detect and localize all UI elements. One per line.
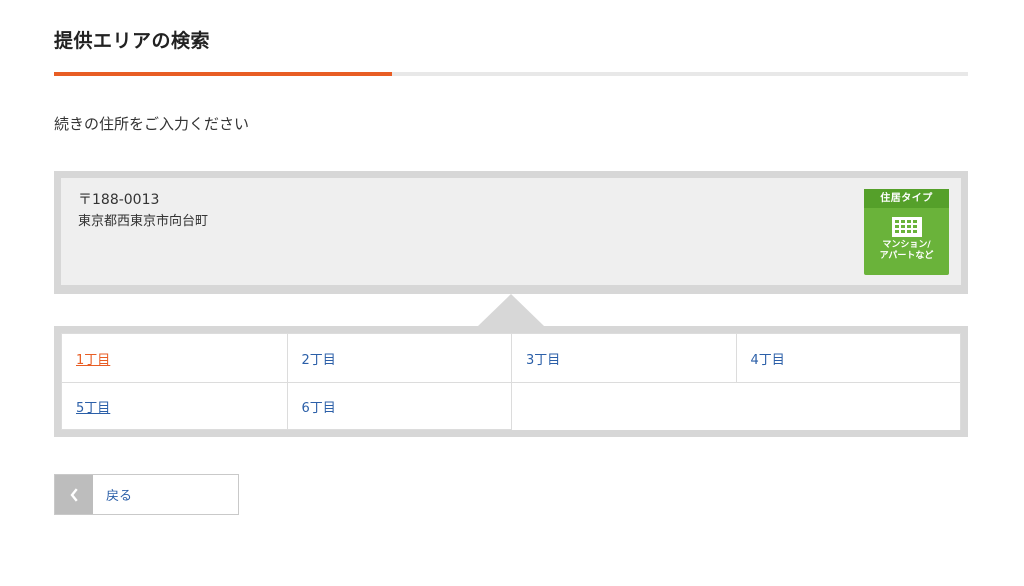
choome-cell[interactable]: 5丁目 bbox=[62, 383, 287, 430]
residence-type-line1: マンション/ bbox=[882, 240, 931, 250]
chevron-left-icon-glyph bbox=[70, 487, 78, 502]
choome-link[interactable]: 1丁目 bbox=[76, 349, 110, 368]
choome-link[interactable]: 2丁目 bbox=[302, 349, 336, 368]
panel-pointer bbox=[478, 294, 544, 326]
instruction-text: 続きの住所をご入力ください bbox=[54, 115, 250, 133]
choome-cell[interactable]: 4丁目 bbox=[735, 334, 961, 382]
choome-panel: 1丁目 2丁目 3丁目 4丁目 5丁目 6丁目 bbox=[54, 326, 968, 437]
chevron-left-icon bbox=[55, 475, 93, 514]
address-panel: 〒188-0013 東京都西東京市向台町 住居タイプ マンション/ アパートなど bbox=[54, 171, 968, 294]
choome-cell[interactable]: 3丁目 bbox=[511, 334, 736, 382]
progress-bar bbox=[54, 72, 968, 76]
page: 提供エリアの検索 続きの住所をご入力ください 〒188-0013 東京都西東京市… bbox=[0, 0, 1024, 586]
choome-cell[interactable]: 1丁目 bbox=[62, 334, 287, 382]
choome-row: 5丁目 6丁目 bbox=[62, 382, 960, 430]
building-icon bbox=[891, 217, 922, 237]
progress-fill bbox=[54, 72, 393, 76]
residence-type-header: 住居タイプ bbox=[864, 189, 949, 208]
residence-type-line2: アパートなど bbox=[879, 251, 934, 261]
postal-code: 〒188-0013 bbox=[78, 192, 160, 208]
choome-link[interactable]: 3丁目 bbox=[526, 349, 560, 368]
back-button[interactable]: 戻る bbox=[54, 474, 239, 515]
choome-row: 1丁目 2丁目 3丁目 4丁目 bbox=[62, 334, 960, 382]
back-button-label: 戻る bbox=[106, 489, 133, 504]
choome-link[interactable]: 5丁目 bbox=[76, 397, 110, 416]
choome-cell[interactable]: 6丁目 bbox=[286, 383, 512, 430]
residence-type-badge: 住居タイプ マンション/ アパートなど bbox=[864, 189, 949, 275]
page-title: 提供エリアの検索 bbox=[54, 30, 211, 52]
choome-cell[interactable]: 2丁目 bbox=[286, 334, 512, 382]
address-text: 東京都西東京市向台町 bbox=[78, 214, 209, 229]
choome-link[interactable]: 6丁目 bbox=[302, 397, 336, 416]
residence-type-label: マンション/ アパートなど bbox=[864, 240, 949, 262]
choome-empty-cell bbox=[511, 383, 960, 430]
address-panel-inner: 〒188-0013 東京都西東京市向台町 住居タイプ マンション/ アパートなど bbox=[61, 178, 961, 285]
choome-grid: 1丁目 2丁目 3丁目 4丁目 5丁目 6丁目 bbox=[61, 333, 961, 430]
choome-link[interactable]: 4丁目 bbox=[751, 349, 785, 368]
